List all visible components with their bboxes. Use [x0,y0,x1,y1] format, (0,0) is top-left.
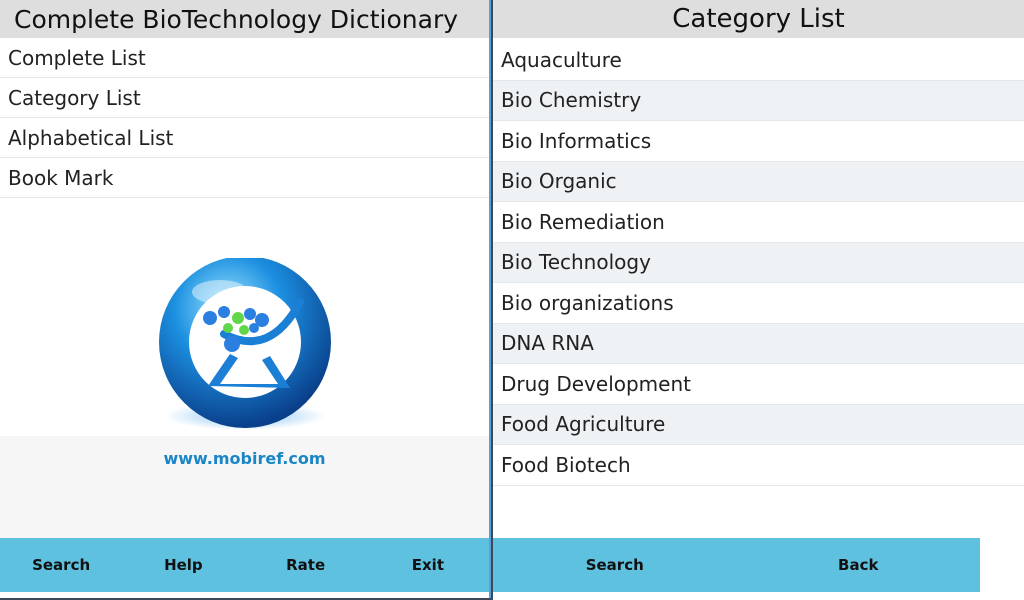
list-item[interactable]: Bio Informatics [493,121,1024,162]
list-item[interactable]: Bio Organic [493,161,1024,202]
back-button[interactable]: Back [737,556,981,574]
list-item[interactable]: Food Biotech [493,445,1024,486]
list-item[interactable]: DNA RNA [493,323,1024,364]
website-link[interactable]: www.mobiref.com [0,449,489,468]
list-item[interactable]: Food Agriculture [493,404,1024,445]
list-item[interactable]: Bio organizations [493,283,1024,324]
menu-item-alphabetical-list[interactable]: Alphabetical List [0,118,489,158]
menu-item-book-mark[interactable]: Book Mark [0,158,489,198]
logo-area: www.mobiref.com [0,198,489,538]
mobiref-logo-icon [159,258,331,430]
help-button[interactable]: Help [122,556,244,574]
main-menu: Complete List Category List Alphabetical… [0,38,489,198]
category-panel: Category List Aquaculture Bio Chemistry … [493,0,1024,600]
home-panel: Complete BioTechnology Dictionary Comple… [0,0,491,598]
list-item[interactable]: Drug Development [493,364,1024,405]
bottom-toolbar: Search Help Rate Exit [0,538,489,592]
exit-button[interactable]: Exit [367,556,489,574]
menu-item-category-list[interactable]: Category List [0,78,489,118]
list-item[interactable]: Bio Remediation [493,202,1024,243]
menu-item-complete-list[interactable]: Complete List [0,38,489,78]
page-title: Category List [493,0,1024,38]
category-list: Aquaculture Bio Chemistry Bio Informatic… [493,40,1024,486]
rate-button[interactable]: Rate [245,556,367,574]
bottom-toolbar: Search Back [493,538,980,592]
list-item[interactable]: Bio Chemistry [493,80,1024,121]
list-item[interactable]: Aquaculture [493,40,1024,81]
list-item[interactable]: Bio Technology [493,242,1024,283]
search-button[interactable]: Search [0,556,122,574]
app-title: Complete BioTechnology Dictionary [0,0,489,38]
search-button[interactable]: Search [493,556,737,574]
